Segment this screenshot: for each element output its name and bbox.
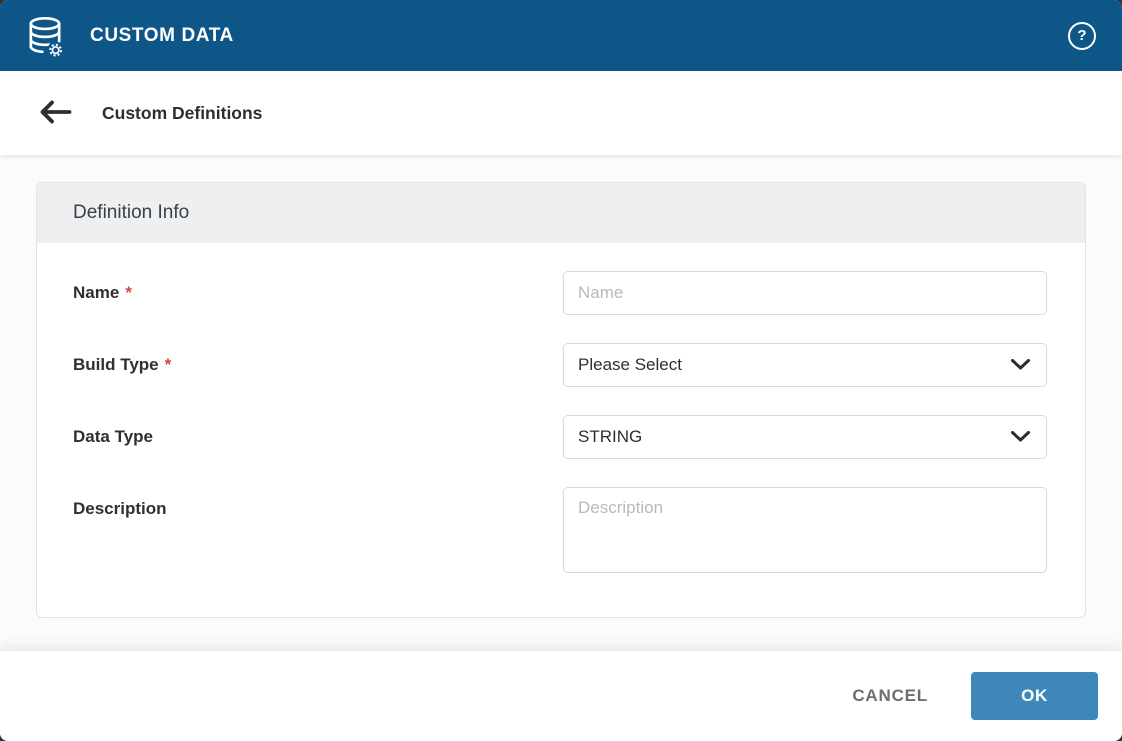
chevron-down-icon [1011,427,1030,447]
name-input[interactable] [563,271,1047,315]
form-row-build-type: Build Type * Please Select [73,343,1047,387]
data-type-label-text: Data Type [73,427,153,446]
page-title: Custom Definitions [102,103,262,124]
database-gear-icon [22,13,68,59]
definition-info-panel: Definition Info Name * Build Type * Please… [36,182,1086,618]
action-bar: CANCEL OK [0,651,1122,741]
form-row-name: Name * [73,271,1047,315]
description-textarea[interactable] [563,487,1047,573]
build-type-value: Please Select [578,355,682,375]
name-label-text: Name [73,283,119,302]
back-button[interactable] [34,95,76,132]
cancel-button[interactable]: CANCEL [846,685,934,707]
left-arrow-icon [38,99,72,128]
page-header: Custom Definitions [0,71,1122,155]
app-title: CUSTOM DATA [90,25,234,47]
name-label: Name * [73,271,563,315]
required-asterisk: * [125,283,132,302]
data-type-value: STRING [578,427,642,447]
app-header: CUSTOM DATA ? [0,0,1122,71]
ok-button[interactable]: OK [971,672,1098,720]
panel-title: Definition Info [37,183,1085,243]
description-label: Description [73,487,563,573]
data-type-select[interactable]: STRING [563,415,1047,459]
required-asterisk: * [165,355,172,374]
form-row-data-type: Data Type STRING [73,415,1047,459]
build-type-label: Build Type * [73,343,563,387]
chevron-down-icon [1011,355,1030,375]
build-type-label-text: Build Type [73,355,159,374]
main-content: Definition Info Name * Build Type * Please… [0,182,1122,618]
form-row-description: Description [73,487,1047,573]
question-mark-icon: ? [1077,28,1086,43]
description-label-text: Description [73,499,167,518]
help-button[interactable]: ? [1068,22,1096,50]
build-type-select[interactable]: Please Select [563,343,1047,387]
custom-data-window: CUSTOM DATA ? Custom Definitions Definit… [0,0,1122,741]
data-type-label: Data Type [73,415,563,459]
definition-form: Name * Build Type * Please Select Data Typ… [37,243,1085,617]
